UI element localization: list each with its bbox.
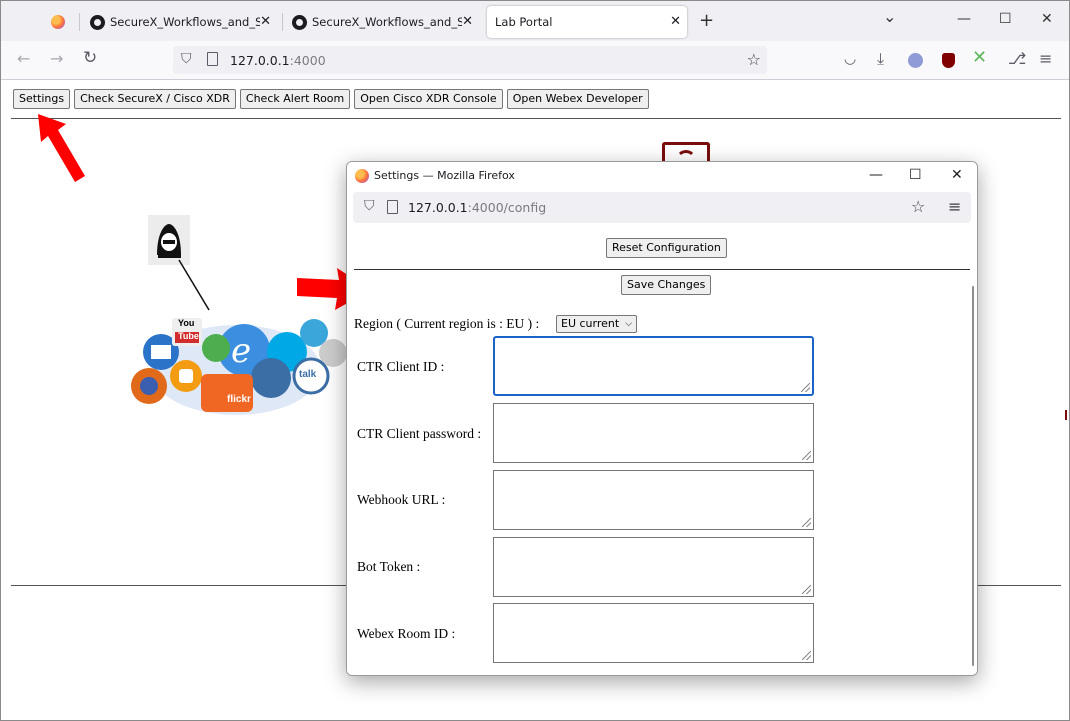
extension-icon[interactable]: ✕ (972, 47, 987, 68)
tab-title: Lab Portal (495, 15, 553, 29)
tab-list-button[interactable]: ⌄ (883, 7, 896, 26)
browser-window: SecureX_Workflows_and_Stuffs ✕ SecureX_W… (0, 0, 1070, 721)
bot-token-field[interactable] (493, 537, 814, 597)
tab-strip: SecureX_Workflows_and_Stuffs ✕ SecureX_W… (1, 1, 1069, 41)
reset-configuration-button[interactable]: Reset Configuration (606, 238, 727, 258)
maximize-button[interactable]: ☐ (999, 11, 1012, 27)
page-icon[interactable] (207, 52, 218, 66)
ctr-client-password-label: CTR Client password : (357, 426, 482, 441)
puzzle-icon[interactable]: ⎇ (1008, 49, 1026, 68)
new-tab-button[interactable]: + (699, 10, 714, 31)
star-icon[interactable]: ☆ (911, 197, 925, 216)
svg-text:e: e (231, 331, 251, 371)
settings-popup-window: Settings — Mozilla Firefox — ☐ ✕ ⛉ 127.0… (346, 161, 978, 676)
popup-maximize-button[interactable]: ☐ (909, 167, 922, 183)
popup-title-bar: Settings — Mozilla Firefox — ☐ ✕ (347, 162, 977, 190)
page-icon[interactable] (387, 200, 398, 214)
navigation-toolbar: ← → ↻ ⛉ 127.0.0.1:4000 ☆ ◡ ⤓ ✕ ⎇ ≡ (1, 41, 1069, 80)
address-bar[interactable]: ⛉ 127.0.0.1:4000 ☆ (173, 46, 767, 74)
tab-firefox-view[interactable] (41, 6, 77, 38)
open-xdr-console-button[interactable]: Open Cisco XDR Console (354, 89, 503, 109)
tab-title: SecureX_Workflows_and_Stuffs (110, 15, 260, 29)
right-edge-mark (1065, 410, 1067, 420)
close-icon[interactable]: ✕ (670, 14, 681, 29)
shield-icon[interactable]: ⛉ (364, 198, 375, 214)
account-icon[interactable] (908, 53, 923, 68)
ctr-client-id-label: CTR Client ID : (357, 359, 445, 374)
ctr-client-password-field[interactable] (493, 403, 814, 463)
forward-icon[interactable]: → (50, 49, 63, 68)
divider (11, 118, 1061, 119)
webex-room-id-label: Webex Room ID : (357, 626, 456, 641)
url-text[interactable]: 127.0.0.1:4000 (230, 53, 326, 68)
region-select[interactable]: EU current ⌵ (556, 315, 638, 333)
popup-url-text[interactable]: 127.0.0.1:4000/config (408, 200, 546, 215)
menu-icon[interactable]: ≡ (948, 197, 961, 216)
shield-icon[interactable]: ⛉ (181, 51, 192, 67)
open-webex-developer-button[interactable]: Open Webex Developer (506, 89, 649, 109)
settings-button[interactable]: Settings (13, 89, 71, 109)
tab-securex-1[interactable]: SecureX_Workflows_and_Stuffs ✕ (85, 6, 277, 38)
webex-room-id-field[interactable] (493, 603, 814, 663)
wifi-logo (662, 142, 710, 162)
flickr-label: flickr (227, 394, 251, 405)
minimize-button[interactable]: — (957, 11, 971, 27)
menu-icon[interactable]: ≡ (1039, 49, 1052, 68)
popup-title: Settings — Mozilla Firefox (374, 169, 515, 182)
check-alert-room-button[interactable]: Check Alert Room (239, 89, 351, 109)
tab-lab-portal[interactable]: Lab Portal ✕ (487, 6, 687, 38)
popup-close-button[interactable]: ✕ (951, 167, 963, 183)
chevron-down-icon: ⌵ (625, 319, 633, 329)
webhook-url-label: Webhook URL : (357, 492, 446, 507)
talk-label: talk (299, 369, 317, 380)
star-icon[interactable]: ☆ (747, 50, 761, 69)
popup-address-bar[interactable]: ⛉ 127.0.0.1:4000/config ☆ ≡ (353, 192, 971, 223)
ctr-client-id-field[interactable] (493, 336, 814, 396)
resize-grip-icon[interactable] (802, 451, 811, 460)
close-window-button[interactable]: ✕ (1041, 11, 1053, 27)
download-icon[interactable]: ⤓ (877, 49, 884, 69)
back-icon[interactable]: ← (17, 49, 30, 68)
tab-title: SecureX_Workflows_and_Stuffs (312, 15, 462, 29)
popup-minimize-button[interactable]: — (869, 167, 883, 183)
region-select-value: EU current (561, 317, 620, 330)
github-icon (292, 14, 307, 30)
red-arrow-icon (38, 114, 85, 182)
resize-grip-icon[interactable] (801, 383, 810, 392)
region-label: Region ( Current region is : EU ) : (354, 316, 540, 331)
resize-grip-icon[interactable] (802, 651, 811, 660)
close-icon[interactable]: ✕ (462, 14, 473, 29)
webhook-url-field[interactable] (493, 470, 814, 530)
github-icon (90, 14, 105, 30)
save-changes-button[interactable]: Save Changes (621, 275, 712, 295)
firefox-icon (355, 169, 369, 183)
ublock-icon[interactable] (942, 53, 955, 68)
tab-securex-2[interactable]: SecureX_Workflows_and_Stuffs ✕ (287, 6, 479, 38)
scrollbar[interactable] (972, 286, 974, 666)
youtube-tube-label: Tube (178, 331, 199, 341)
resize-grip-icon[interactable] (802, 518, 811, 527)
reload-icon[interactable]: ↻ (83, 48, 97, 68)
action-button-row: Settings Check SecureX / Cisco XDR Check… (13, 89, 649, 109)
close-icon[interactable]: ✕ (260, 14, 271, 29)
resize-grip-icon[interactable] (802, 585, 811, 594)
bot-token-label: Bot Token : (357, 559, 421, 574)
firefox-icon (51, 15, 65, 29)
divider (354, 269, 970, 270)
pocket-icon[interactable]: ◡ (844, 51, 856, 67)
check-securex-button[interactable]: Check SecureX / Cisco XDR (74, 89, 236, 109)
youtube-you-label: You (178, 318, 195, 328)
config-page: Reset Configuration Save Changes Region … (347, 226, 977, 675)
